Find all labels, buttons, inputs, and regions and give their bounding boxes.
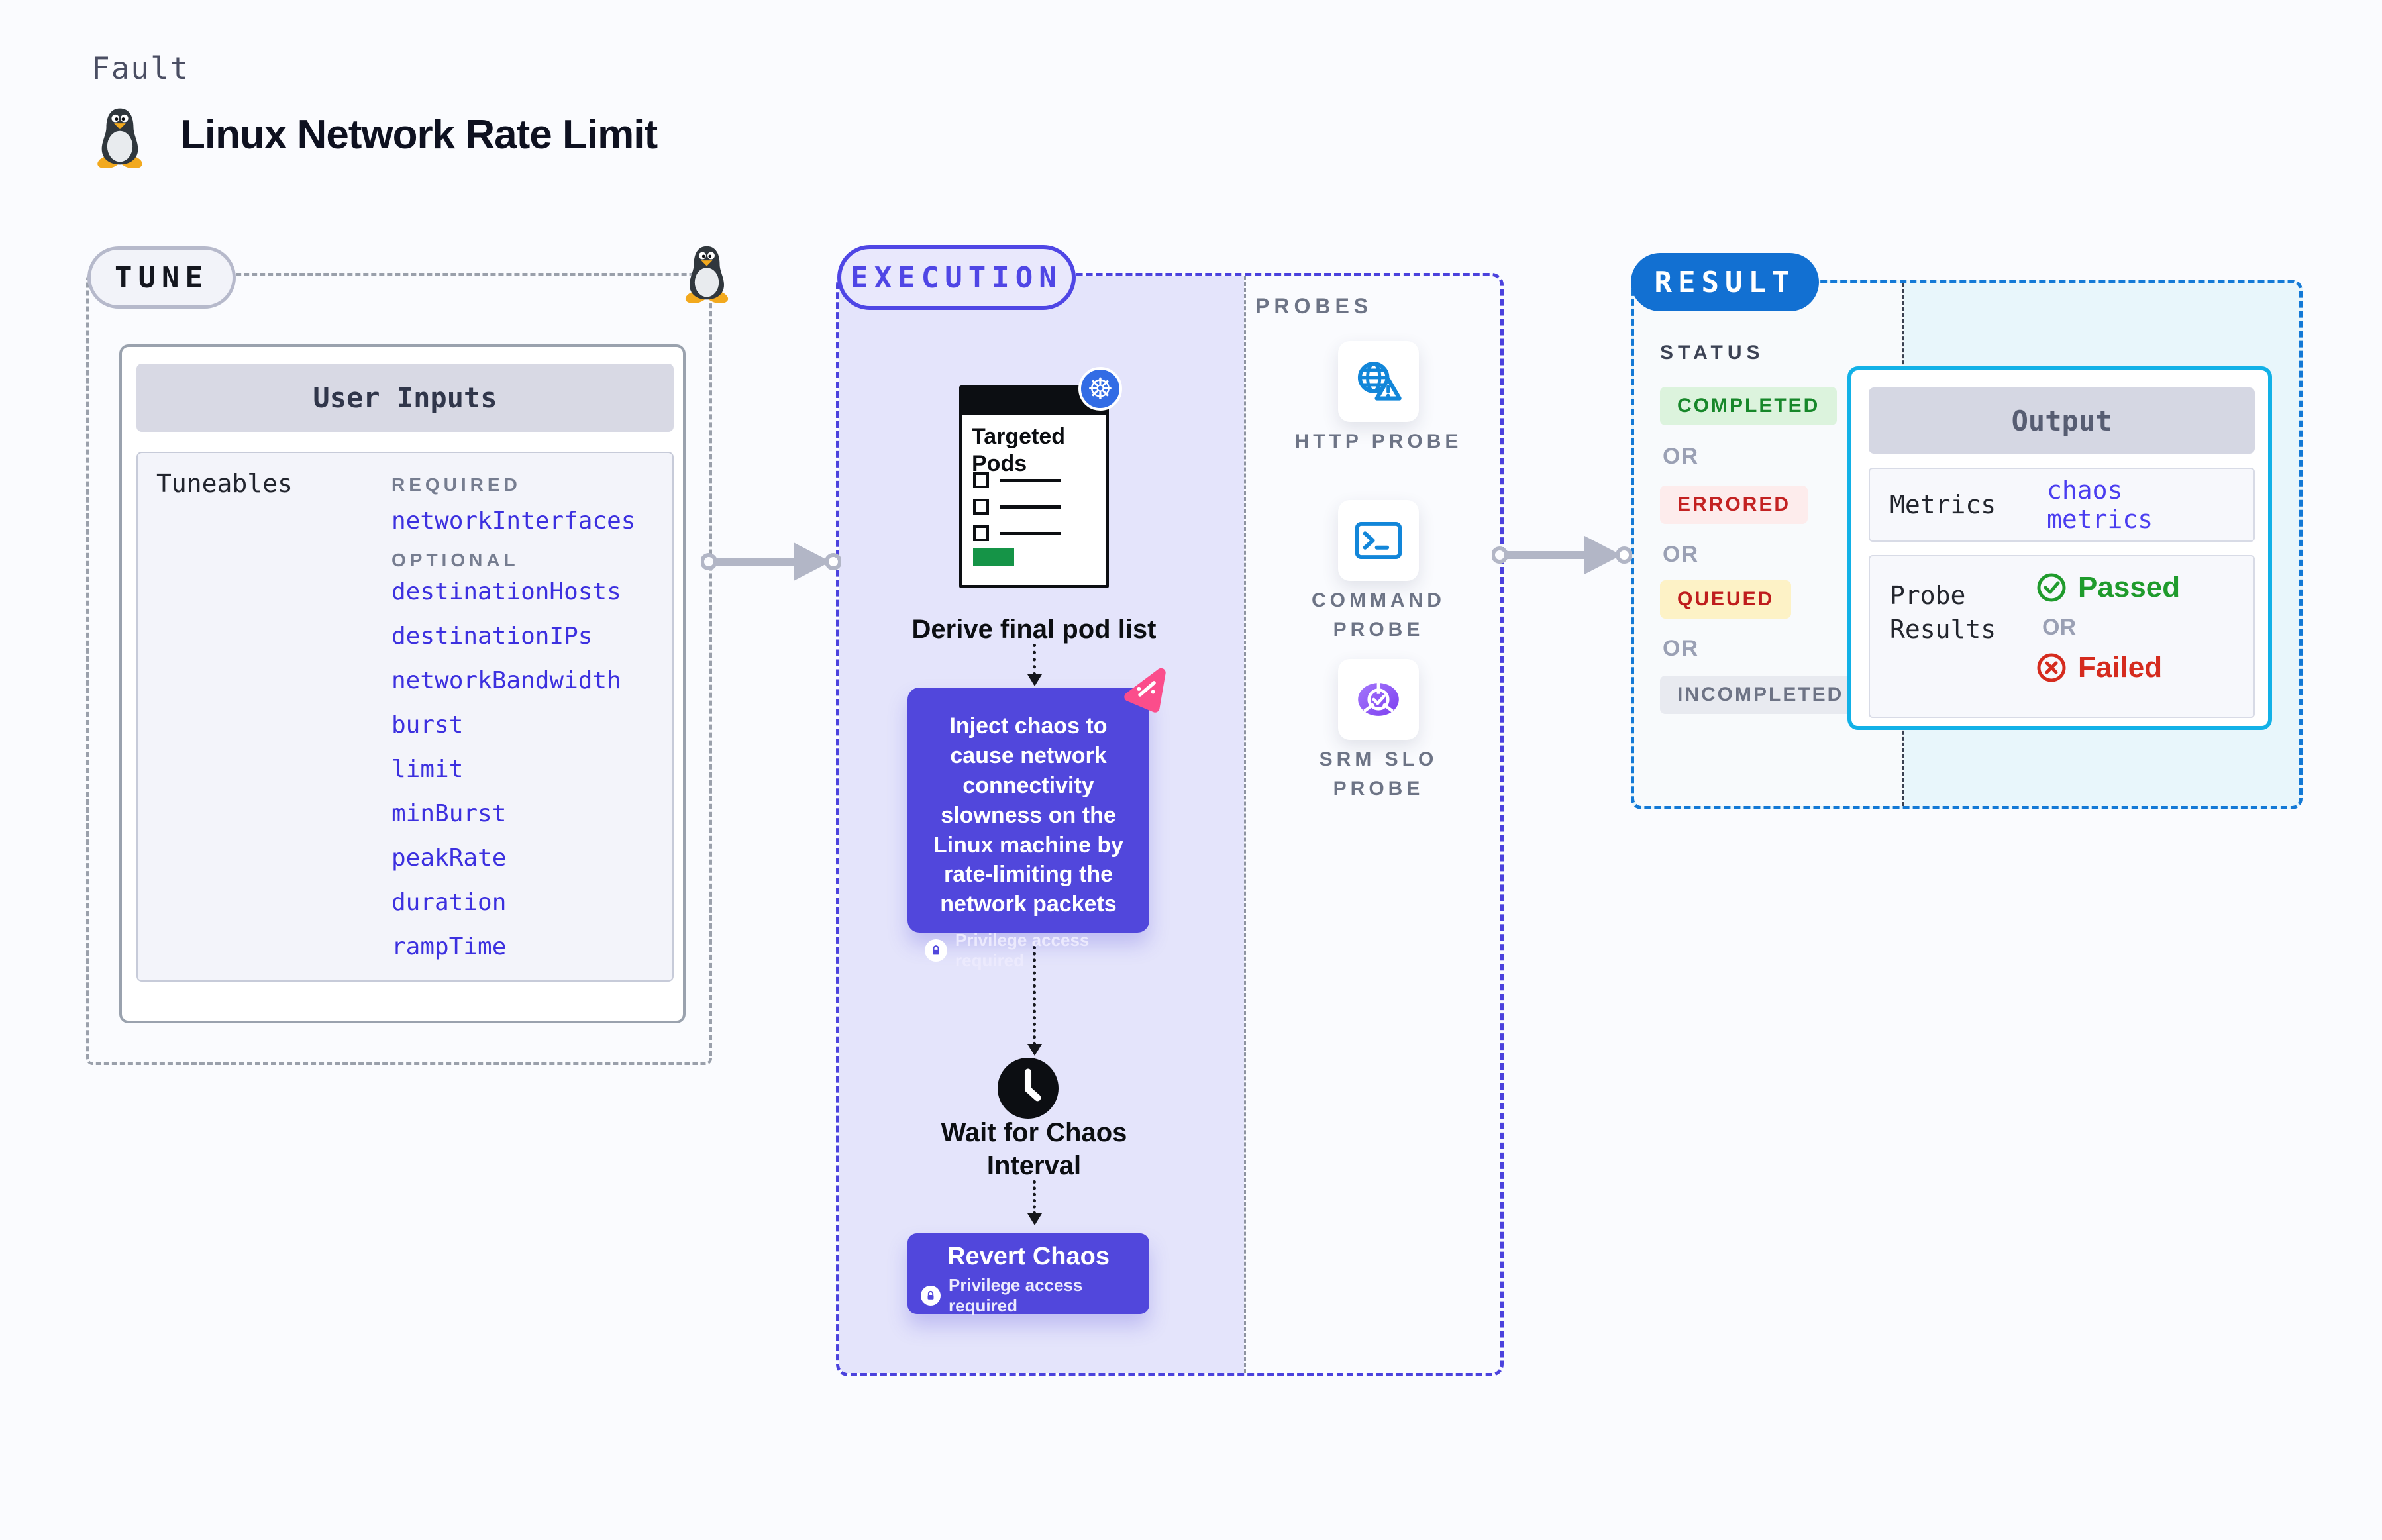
wait-chaos-interval-label: Wait for Chaos Interval [941, 1118, 1127, 1180]
or-label: OR [1663, 636, 1699, 661]
revert-chaos-title: Revert Chaos [947, 1243, 1110, 1270]
tuneable-networkInterfaces[interactable]: networkInterfaces [391, 507, 635, 535]
user-inputs-title: User Inputs [136, 364, 674, 432]
metrics-row: Metrics chaos metrics [1869, 468, 2255, 542]
tuneables-label: Tuneables [156, 469, 293, 498]
tux-icon [97, 108, 142, 168]
inject-chaos-node: Inject chaos to cause network connectivi… [907, 688, 1149, 970]
tuneable-destinationHosts[interactable]: destinationHosts [391, 578, 621, 605]
list-line [1000, 478, 1061, 482]
tuneable-limit[interactable]: limit [391, 756, 463, 783]
tuneable-destinationIPs[interactable]: destinationIPs [391, 623, 592, 650]
or-label: OR [1663, 542, 1699, 567]
metrics-value: chaos metrics [2047, 476, 2153, 534]
pod-checklist-row [973, 499, 1061, 515]
required-group-label: REQUIRED [391, 474, 521, 495]
command-probe-label: COMMAND PROBE [1312, 590, 1445, 641]
status-badge-incompleted: INCOMPLETED [1660, 676, 1861, 714]
derive-pod-list-label: Derive final pod list [911, 615, 1157, 644]
clock-icon [998, 1058, 1059, 1119]
list-line [1000, 505, 1061, 509]
tune-section-badge: TUNE [87, 246, 236, 309]
tux-corner-icon [685, 246, 729, 303]
flow-connector [1033, 1180, 1036, 1215]
http-probe-card [1338, 341, 1419, 422]
tuneable-duration[interactable]: duration [391, 889, 506, 916]
tuneable-networkBandwidth[interactable]: networkBandwidth [391, 667, 621, 694]
flow-connector [1033, 644, 1036, 676]
targeted-pods-title: Targeted Pods [972, 424, 1066, 476]
checkbox-icon [973, 472, 989, 488]
pod-checklist-row [973, 472, 1061, 488]
fault-diagram: Fault Linux Network Rate Limit TUNE User… [0, 0, 2382, 1540]
status-badge-errored: ERRORED [1660, 486, 1808, 524]
checkbox-icon [973, 499, 989, 515]
http-probe-label: HTTP PROBE [1294, 431, 1463, 452]
optional-group-label: OPTIONAL [391, 550, 519, 570]
lock-icon [925, 939, 947, 962]
metrics-label: Metrics [1890, 490, 1996, 519]
chaos-icon [1124, 668, 1166, 713]
status-badge-queued: QUEUED [1660, 580, 1792, 619]
pods-card-button [973, 548, 1014, 566]
privilege-row: Privilege access required [921, 1275, 1136, 1316]
globe-alert-icon [1357, 362, 1402, 401]
srm-slo-probe-label: SRM SLO PROBE [1319, 748, 1438, 799]
probe-results-label: Probe Results [1890, 581, 1996, 644]
arrow-execution-to-result [1492, 536, 1632, 574]
srm-slo-probe-card [1338, 659, 1419, 740]
tuneable-burst[interactable]: burst [391, 711, 463, 739]
command-probe-card [1338, 500, 1419, 581]
result-section-badge: RESULT [1631, 253, 1819, 311]
privilege-label: Privilege access required [955, 930, 1090, 971]
or-label: OR [2042, 615, 2076, 640]
page-title: Linux Network Rate Limit [180, 112, 658, 158]
lock-icon [921, 1286, 941, 1306]
status-label: STATUS [1660, 342, 1765, 364]
fault-kind-label: Fault [91, 50, 190, 86]
probe-result-passed: Passed [2036, 571, 2180, 604]
probe-result-failed: Failed [2036, 651, 2180, 684]
execution-section-badge: EXECUTION [837, 245, 1076, 310]
probes-divider [1244, 276, 1246, 1373]
privilege-row: Privilege access required [925, 930, 1132, 971]
arrow-down-icon [1027, 674, 1042, 686]
check-circle-icon [2037, 573, 2066, 602]
probes-section-label: PROBES [1255, 294, 1373, 318]
status-badge-completed: COMPLETED [1660, 387, 1838, 425]
list-line [1000, 531, 1061, 535]
tuneable-peakRate[interactable]: peakRate [391, 845, 506, 872]
probe-results-row: Probe Results Passed OR Failed [1869, 555, 2255, 718]
terminal-icon [1355, 521, 1402, 560]
user-inputs-card: User Inputs Tuneables REQUIRED networkIn… [119, 344, 686, 1023]
or-label: OR [1663, 444, 1699, 469]
output-title: Output [1869, 387, 2255, 454]
output-card: Output Metrics chaos metrics Probe Resul… [1847, 366, 2272, 730]
inject-chaos-text: Inject chaos to cause network connectivi… [933, 713, 1124, 917]
slo-gauge-icon [1358, 681, 1399, 716]
privilege-label: Privilege access required [949, 1275, 1083, 1315]
kubernetes-icon: ☸ [1078, 367, 1122, 411]
tuneable-rampTime[interactable]: rampTime [391, 933, 506, 960]
arrow-down-icon [1027, 1044, 1042, 1056]
checkbox-icon [973, 525, 989, 541]
arrow-tune-to-execution [701, 542, 841, 581]
targeted-pods-card: Targeted Pods [959, 385, 1109, 588]
tuneable-minBurst[interactable]: minBurst [391, 800, 506, 827]
tuneables-panel: Tuneables REQUIRED networkInterfaces OPT… [136, 452, 674, 982]
revert-chaos-node: Revert Chaos Privilege access required [907, 1233, 1149, 1316]
x-circle-icon [2037, 653, 2066, 682]
pod-checklist-row [973, 525, 1061, 541]
arrow-down-icon [1027, 1213, 1042, 1225]
